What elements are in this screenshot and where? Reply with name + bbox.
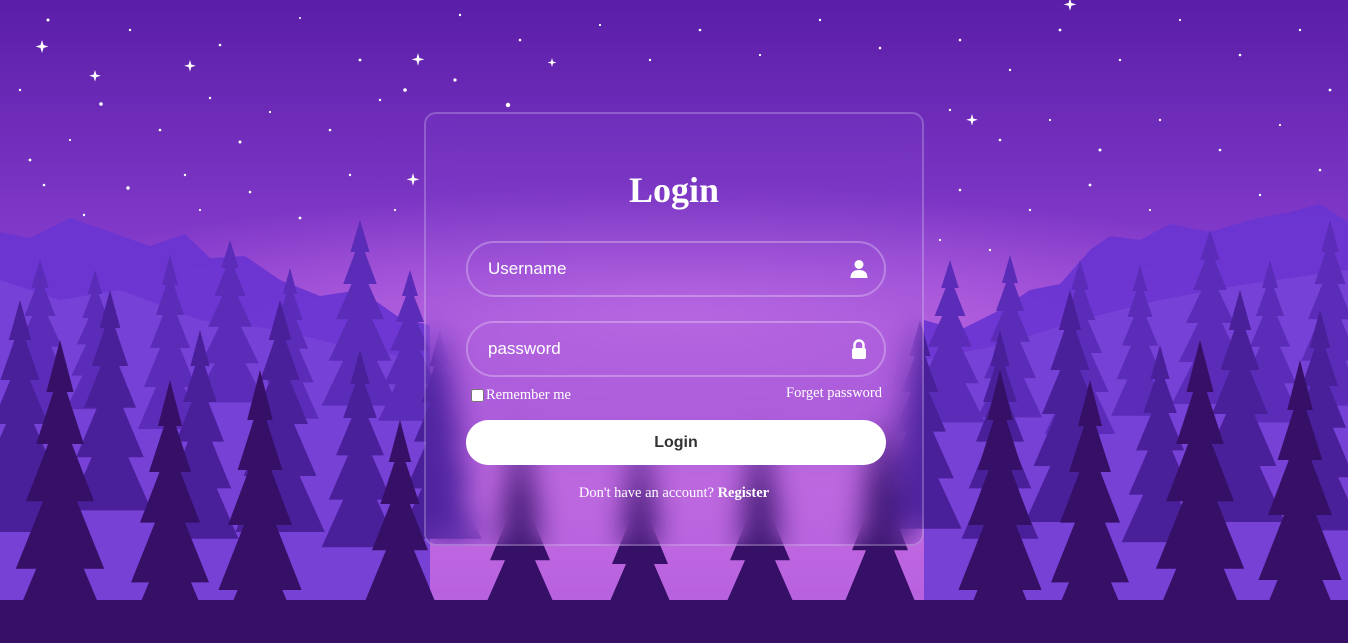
lock-icon <box>852 339 866 359</box>
remember-me[interactable]: Remember me <box>471 387 571 404</box>
register-link[interactable]: Register <box>718 485 770 501</box>
username-field[interactable] <box>466 241 886 297</box>
password-input[interactable] <box>468 323 884 375</box>
remember-label: Remember me <box>486 387 571 403</box>
login-button[interactable]: Login <box>466 420 886 465</box>
login-form: Login Remember me Forget password Login … <box>424 112 924 546</box>
forgot-password-link[interactable]: Forget password <box>786 385 882 402</box>
register-prompt-text: Don't have an account? <box>578 485 714 501</box>
username-input[interactable] <box>468 243 884 295</box>
user-icon <box>850 260 868 278</box>
login-title: Login <box>628 170 720 210</box>
register-prompt: Don't have an account? Register <box>426 485 922 502</box>
remember-checkbox[interactable] <box>471 389 484 402</box>
password-field[interactable] <box>466 321 886 377</box>
